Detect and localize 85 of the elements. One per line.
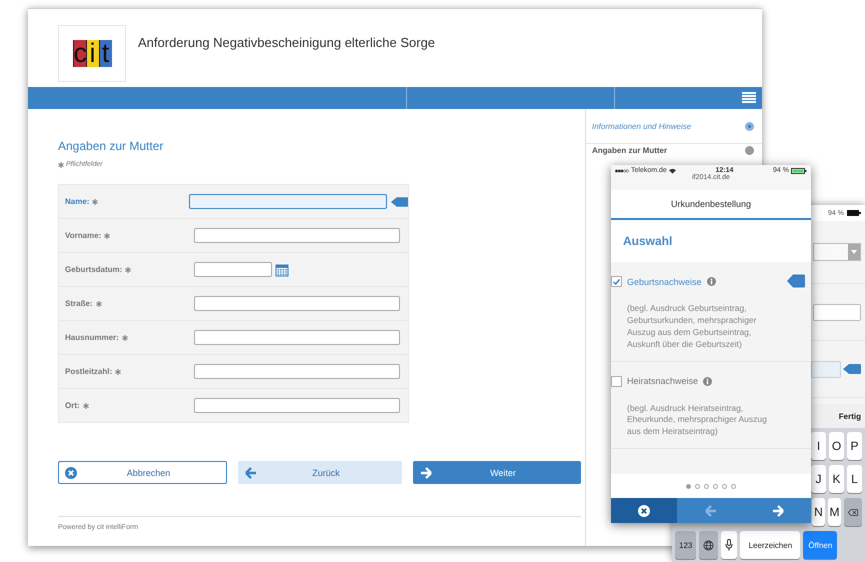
page-dot[interactable] (731, 484, 736, 488)
step-item[interactable]: Informationen und Hinweise (586, 109, 762, 144)
key[interactable]: M (828, 498, 841, 526)
field-label: Geburtsdatum: (65, 265, 122, 274)
key[interactable]: O (829, 432, 844, 460)
cancel-button[interactable] (611, 498, 677, 523)
battery-icon (847, 210, 861, 216)
page-dot[interactable] (722, 484, 727, 488)
input-field[interactable] (194, 228, 400, 243)
next-button[interactable] (744, 498, 811, 523)
input-field[interactable] (194, 364, 400, 379)
marker-icon (843, 364, 861, 374)
step-item[interactable]: Angaben zur Mutter (586, 146, 762, 159)
next-button[interactable]: Weiter (413, 461, 581, 484)
key[interactable]: I (811, 432, 826, 460)
option-label[interactable]: Heiratsnachweise (627, 376, 698, 386)
mic-key[interactable] (721, 531, 738, 559)
input-field[interactable] (188, 194, 387, 209)
globe-icon (703, 540, 714, 550)
right-arrow-icon (772, 504, 784, 516)
required-icon (96, 300, 102, 306)
page-dot[interactable] (695, 484, 700, 488)
key[interactable]: N (812, 498, 825, 526)
key[interactable]: J (811, 465, 826, 493)
required-icon (122, 334, 128, 340)
info-icon (703, 376, 712, 386)
date-field[interactable] (194, 262, 272, 277)
back-button[interactable]: Zurück (238, 461, 402, 484)
required-icon (58, 162, 64, 168)
marker-icon (390, 196, 408, 206)
required-icon (92, 198, 98, 204)
right-arrow-icon (420, 466, 432, 478)
caret-icon (851, 250, 857, 254)
input-field[interactable] (194, 398, 400, 413)
left-arrow-icon (704, 504, 716, 516)
menu-icon[interactable] (742, 92, 756, 104)
signal-icon (615, 168, 629, 172)
checkbox[interactable] (611, 376, 622, 387)
calendar-icon[interactable] (275, 262, 289, 276)
battery-icon (790, 168, 807, 174)
done-button[interactable]: Fertig (838, 412, 861, 420)
key[interactable]: K (829, 465, 844, 493)
input-field[interactable] (813, 304, 861, 320)
input-field[interactable] (194, 296, 400, 311)
page-dot[interactable] (686, 484, 691, 488)
open-key[interactable]: Öffnen (803, 531, 838, 559)
radio-icon (745, 146, 754, 155)
microphone-icon (725, 539, 734, 551)
close-icon (638, 504, 650, 516)
required-icon (82, 402, 89, 408)
required-icon (115, 368, 122, 374)
select-field[interactable] (813, 243, 861, 261)
key[interactable]: L (847, 465, 862, 493)
required-icon (104, 232, 110, 238)
required-icon (125, 266, 132, 272)
close-icon (65, 466, 77, 478)
radio-icon (745, 122, 754, 130)
wifi-icon (668, 168, 676, 174)
info-icon (706, 277, 716, 286)
backspace-icon (848, 508, 858, 516)
key[interactable]: P (847, 432, 862, 460)
key[interactable]: 123 (675, 531, 696, 559)
field-label: Ort: (65, 401, 80, 410)
field-label: Straße: (65, 299, 93, 308)
field-label: Name: (65, 197, 90, 206)
option-description: (begl. Ausdruck Geburtseintrag, Geburtsurkunden, mehrsprachiger Auszug aus dem Geburtseintrag, Auskunft über die Geburtszeit) (626, 302, 758, 351)
page-dot[interactable] (713, 484, 718, 488)
cancel-button[interactable]: Abbrechen (58, 461, 227, 484)
marker-icon (787, 274, 805, 288)
field-label: Postleitzahl: (65, 367, 112, 376)
left-arrow-icon (245, 466, 257, 478)
check-icon (613, 278, 620, 284)
space-key[interactable]: Leerzeichen (740, 531, 800, 559)
field-label: Hausnummer: (65, 333, 119, 342)
option-description: (begl. Ausdruck Heiratseintrag, Eheurkunde, mehrsprachiger Auszug aus dem Heiratseintrag) (626, 402, 768, 438)
app-title: Urkundenbestellung (611, 190, 811, 220)
globe-key[interactable] (699, 531, 718, 559)
page-dot[interactable] (704, 484, 709, 488)
checkbox[interactable] (611, 276, 622, 287)
backspace-key[interactable] (844, 498, 862, 526)
page-title: Anforderung Negativbescheinigung elterliche Sorge (138, 35, 436, 52)
input-field[interactable] (194, 330, 400, 345)
section-title: Auswahl (622, 233, 674, 250)
section-title: Angaben zur Mutter (58, 139, 164, 153)
field-label: Vorname: (65, 231, 102, 240)
